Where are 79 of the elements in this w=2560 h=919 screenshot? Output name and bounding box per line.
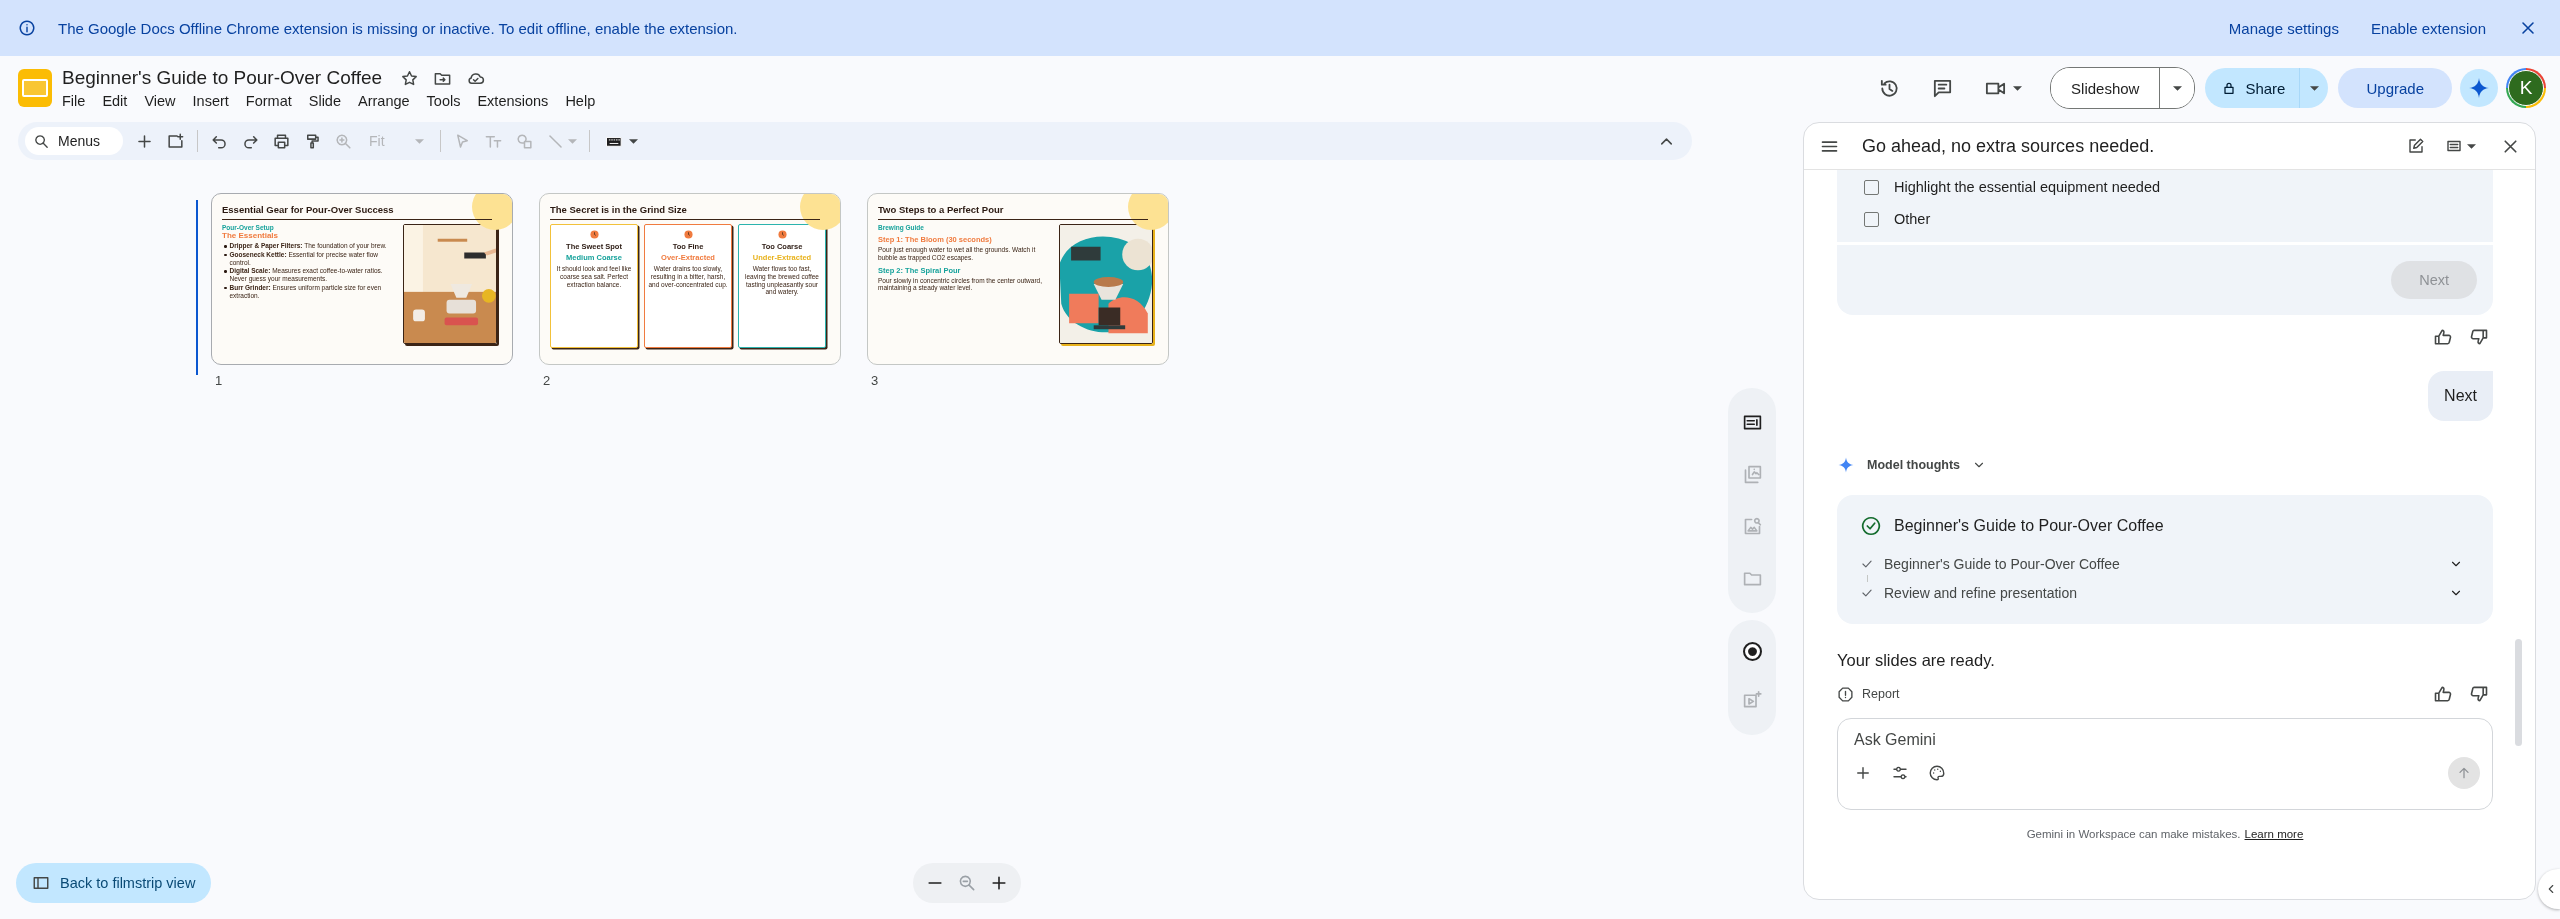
prompt-field[interactable]: Ask Gemini [1854,731,2480,749]
menu-item[interactable]: Format [245,93,292,109]
menu-item[interactable]: Tools [426,93,461,109]
step-label: Beginner's Guide to Pour-Over Coffee [1884,556,2120,572]
bullet-dot [224,245,227,248]
menu-item[interactable]: Help [565,93,596,109]
filmstrip-button[interactable]: Back to filmstrip view [16,863,212,903]
learn-more-link[interactable]: Learn more [2244,828,2304,840]
reply-text: Your slides are ready. [1837,651,1996,670]
report-icon[interactable] [1837,685,1854,703]
slide-heading: The Essentials [222,231,280,240]
bullet-dot [224,270,227,273]
menu-item[interactable]: Edit [102,93,128,109]
option-label: Highlight the essential equipment needed [1894,179,2161,195]
menu-item[interactable]: Insert [192,93,229,109]
record-icon[interactable] [1744,644,1760,659]
gemini-button[interactable] [2460,69,2498,107]
user-message: Next [2428,371,2493,421]
menu-item[interactable]: Arrange [358,93,410,109]
bullet-dot [224,253,227,257]
report-link[interactable]: Report [1862,687,1900,701]
avatar[interactable]: K [2508,70,2544,106]
menu-item[interactable]: File [62,93,86,109]
slideshow-button[interactable]: Slideshow [2051,68,2161,108]
tune-icon[interactable] [1891,764,1909,782]
task-title: Beginner's Guide to Pour-Over Coffee [1894,517,2164,535]
step-label: Review and refine presentation [1884,585,2077,601]
thumbs-down-icon[interactable] [2469,327,2489,347]
slide-title: Two Steps to a Perfect Pour [878,204,1005,215]
document-title[interactable]: Beginner's Guide to Pour-Over Coffee [62,67,383,89]
banner-link[interactable]: Manage settings [2228,19,2339,37]
caret-icon [628,138,638,144]
dropdown-button[interactable] [2300,68,2329,108]
slide-number: 2 [543,373,552,388]
filmstrip-icon [32,874,50,892]
option-label: Other [1894,211,1931,227]
arrow-up-icon [2456,765,2472,781]
slide-number: 3 [871,373,880,388]
info-icon [18,19,36,37]
slide-title: The Secret is in the Grind Size [550,204,688,215]
dropdown-button[interactable] [2160,68,2195,108]
slide-thumbnail[interactable] [539,193,841,365]
bullet-dot [224,287,227,290]
checkbox[interactable] [1864,211,1879,227]
clock-icon [683,230,693,239]
new-slide-icon[interactable] [166,131,185,151]
upgrade-button[interactable]: Upgrade [2338,68,2452,108]
add-icon[interactable] [1854,764,1872,782]
clock-icon [777,230,787,239]
search-field[interactable]: Menus [25,127,123,155]
star-icon[interactable] [400,68,420,88]
menu-item[interactable]: Extensions [477,93,549,109]
palette-icon[interactable] [1928,764,1946,782]
caret-icon [414,138,424,144]
thumbs-up-icon[interactable] [2433,327,2453,347]
caret-icon [2172,85,2182,91]
menu-item[interactable]: View [144,93,176,109]
print-icon[interactable] [272,131,291,151]
search-icon [33,132,50,150]
share-button[interactable]: Share [2205,68,2301,108]
menu-item[interactable]: Slide [308,93,341,109]
thoughts-toggle[interactable]: Model thoughts [1867,458,1961,472]
slide-thumbnail[interactable] [211,193,513,365]
banner-link[interactable]: Enable extension [2370,19,2486,37]
thumbs-down-icon[interactable] [2469,684,2489,704]
checkbox[interactable] [1864,179,1879,195]
disclaimer-text: Gemini in Workspace can make mistakes. [2026,828,2241,840]
edit-icon[interactable] [2407,137,2425,155]
thumbs-up-icon[interactable] [2433,684,2453,704]
caret-icon [2467,143,2476,149]
banner-message: The Google Docs Offline Chrome extension is missing or inactive. To edit offline, enable the extension. [58,19,738,37]
caret-icon [567,138,577,144]
slide-number: 1 [215,373,224,388]
panel-title: Go ahead, no extra sources needed. [1862,135,2155,157]
slide-title: Essential Gear for Pour-Over Success [222,204,395,215]
caret-icon [2013,85,2023,91]
clock-icon [589,230,599,239]
caret-icon [2309,85,2319,91]
slide-thumbnail[interactable] [867,193,1169,365]
